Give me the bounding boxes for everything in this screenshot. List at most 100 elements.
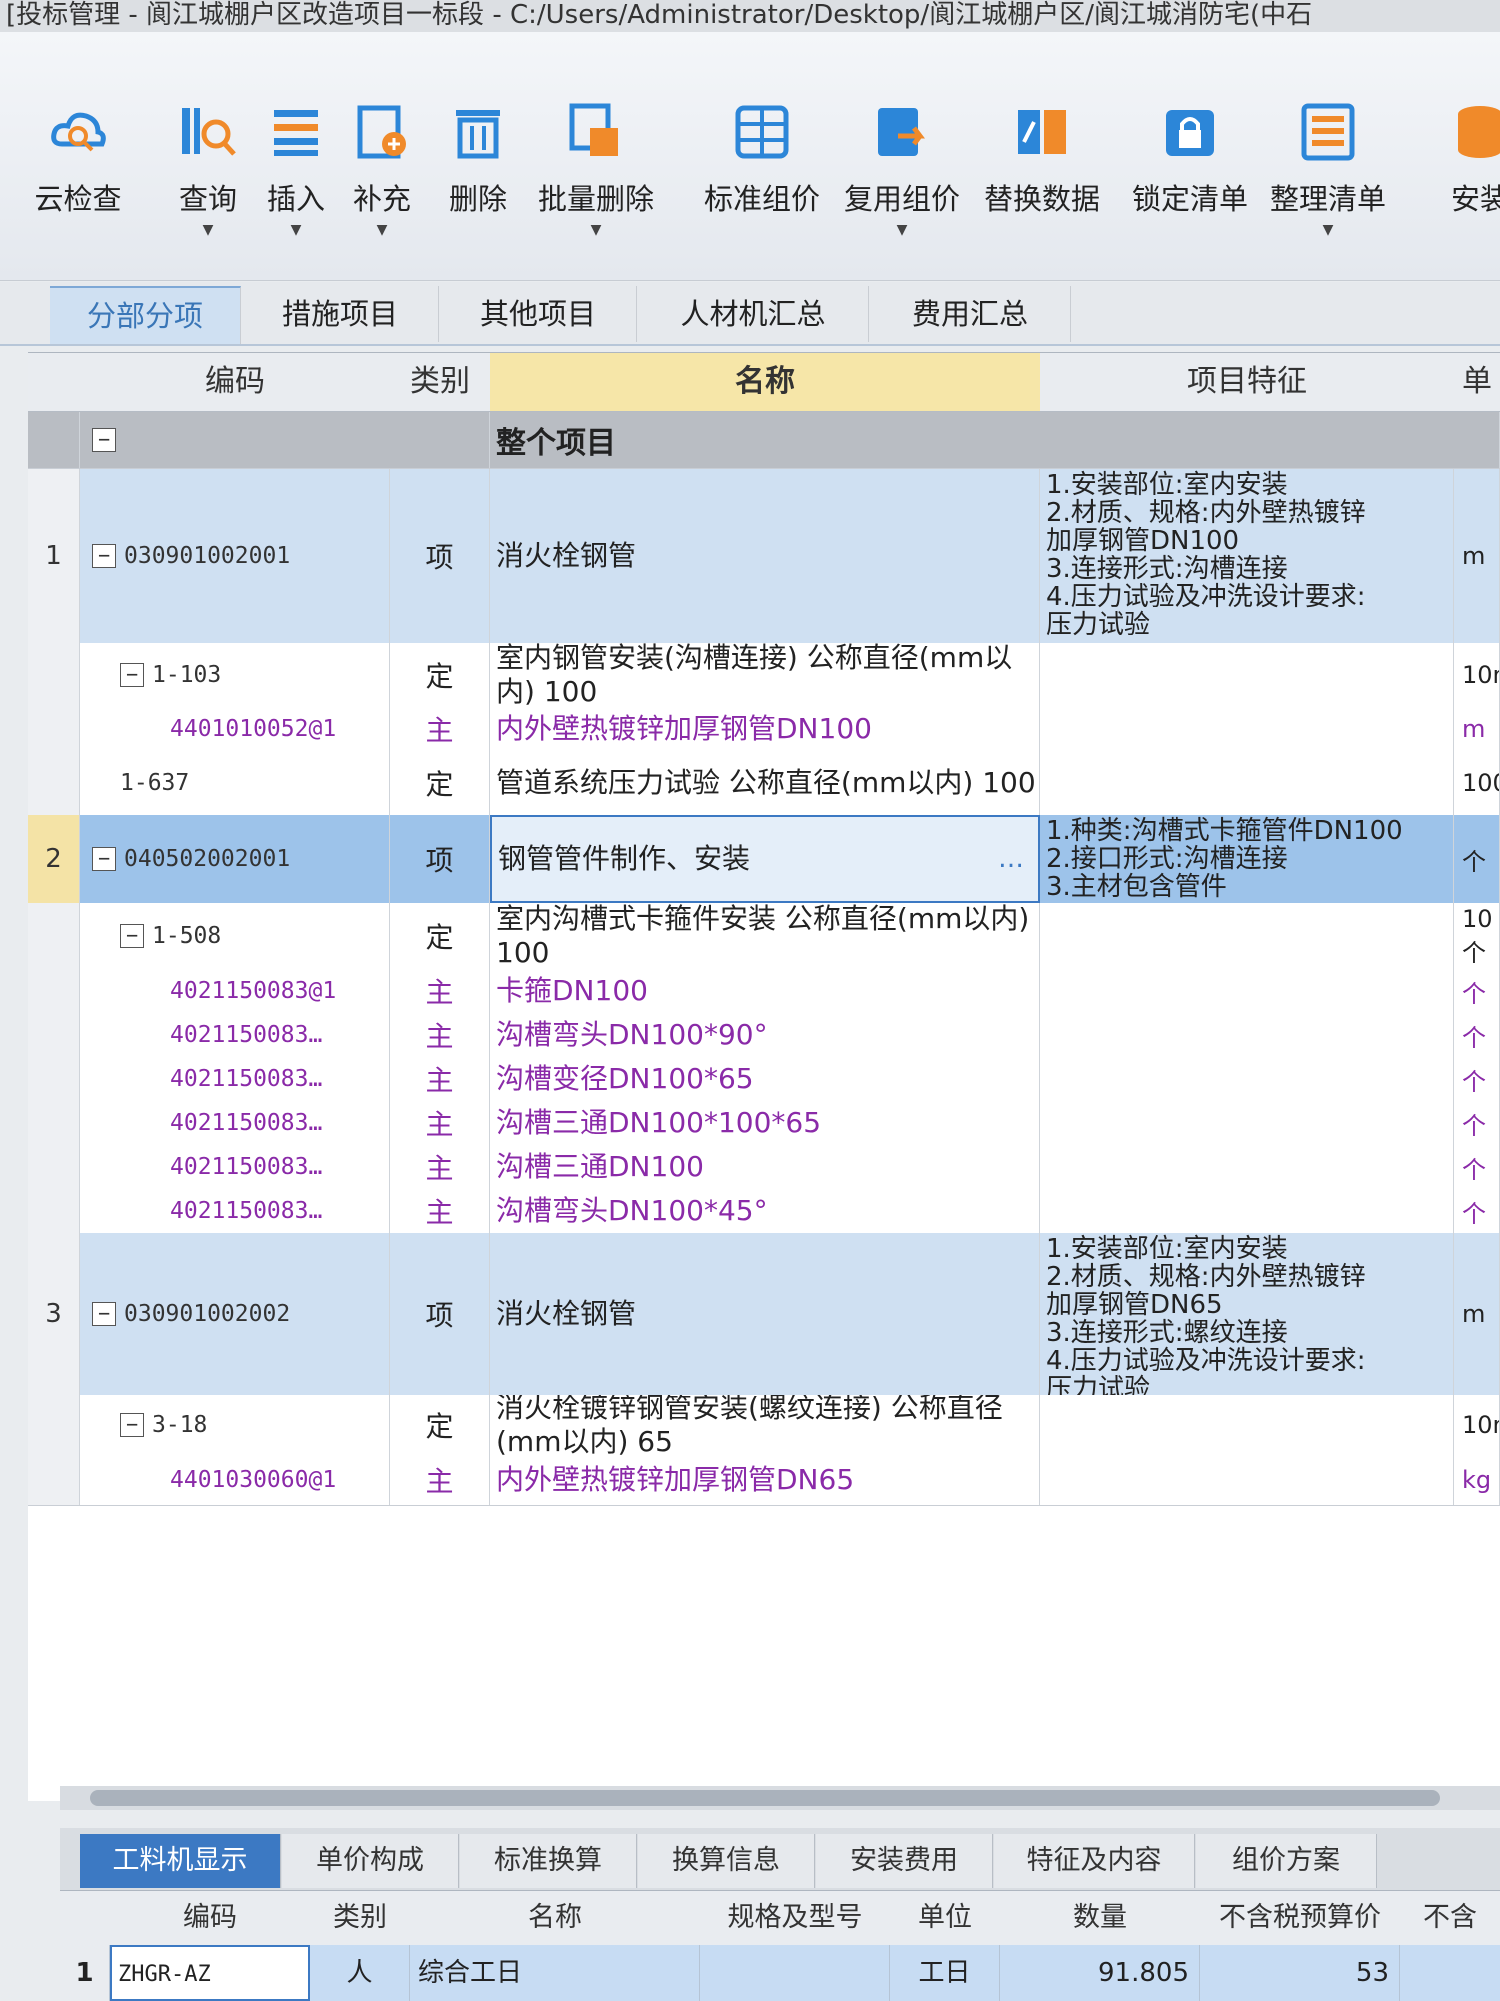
unit-cell[interactable]: 个: [1454, 1013, 1500, 1057]
type-cell[interactable]: 项: [390, 469, 490, 643]
tab-features-content[interactable]: 特征及内容: [994, 1834, 1195, 1888]
name-cell[interactable]: 沟槽弯头DN100*90°: [490, 1013, 1040, 1057]
code-cell[interactable]: 4021150083@1: [80, 969, 390, 1013]
name-cell[interactable]: 沟槽三通DN100*100*65: [490, 1101, 1040, 1145]
unit-cell[interactable]: 个: [1454, 969, 1500, 1013]
tab-division-items[interactable]: 分部分项: [50, 286, 241, 344]
standard-pricing-button[interactable]: 标准组价: [702, 102, 822, 238]
unit-cell[interactable]: 个: [1454, 1189, 1500, 1233]
code-cell[interactable]: 4021150083…: [80, 1057, 390, 1101]
lock-list-button[interactable]: 锁定清单: [1130, 102, 1250, 238]
tab-conversion-info[interactable]: 换算信息: [638, 1834, 815, 1888]
code-cell[interactable]: −1-103: [80, 643, 390, 707]
unit-cell[interactable]: 10m: [1454, 643, 1500, 707]
collapse-toggle[interactable]: −: [92, 544, 116, 568]
features-cell[interactable]: [1040, 1455, 1454, 1505]
bheader-type[interactable]: 类别: [310, 1891, 411, 1946]
material-row[interactable]: 4401030060@1 主内外壁热镀锌加厚钢管DN65 kg: [28, 1455, 1500, 1506]
unit-cell[interactable]: m: [1454, 469, 1500, 643]
type-cell[interactable]: 项: [390, 1233, 490, 1395]
features-cell[interactable]: [1040, 1057, 1454, 1101]
type-cell[interactable]: 主: [390, 1013, 490, 1057]
horizontal-scrollbar[interactable]: [60, 1786, 1500, 1810]
name-cell[interactable]: 消火栓钢管: [490, 469, 1040, 643]
ellipsis-button[interactable]: …: [998, 842, 1024, 876]
type-cell[interactable]: 主: [390, 1057, 490, 1101]
features-cell[interactable]: [1040, 903, 1454, 969]
quota-row[interactable]: −1-103定室内钢管安装(沟槽连接) 公称直径(mm以内) 10010m: [28, 643, 1500, 708]
material-row[interactable]: 4021150083… 主沟槽弯头DN100*45° 个: [28, 1189, 1500, 1234]
features-cell[interactable]: [1040, 1189, 1454, 1233]
unit-cell[interactable]: kg: [1454, 1455, 1500, 1505]
tab-other-items[interactable]: 其他项目: [440, 286, 637, 342]
name-cell[interactable]: 沟槽弯头DN100*45°: [490, 1189, 1040, 1233]
resource-unit[interactable]: 工日: [890, 1945, 1000, 2001]
install-button[interactable]: 安装: [1420, 102, 1500, 238]
tab-labor-material-summary[interactable]: 人材机汇总: [638, 286, 869, 342]
unit-cell[interactable]: 个: [1454, 1145, 1500, 1189]
tab-pricing-scheme[interactable]: 组价方案: [1196, 1834, 1377, 1888]
unit-cell[interactable]: 100m: [1454, 751, 1500, 815]
table-row[interactable]: 1 ZHGR-AZ 人 综合工日 工日 91.805 53: [60, 1945, 1500, 2001]
name-cell[interactable]: 室内钢管安装(沟槽连接) 公称直径(mm以内) 100: [490, 643, 1040, 707]
reuse-pricing-button[interactable]: 复用组价 ▼: [842, 102, 962, 238]
features-cell[interactable]: [1040, 1101, 1454, 1145]
collapse-toggle[interactable]: −: [92, 847, 116, 871]
bheader-spec[interactable]: 规格及型号: [700, 1891, 891, 1946]
code-cell[interactable]: 4401010052@1: [80, 707, 390, 751]
features-cell[interactable]: [1040, 643, 1454, 707]
collapse-toggle[interactable]: −: [92, 428, 116, 452]
header-unit[interactable]: 单: [1454, 353, 1500, 412]
features-cell[interactable]: 1.安装部位:室内安装 2.材质、规格:内外壁热镀锌 加厚钢管DN65 3.连接…: [1040, 1233, 1454, 1395]
bill-item-row[interactable]: 2−040502002001 项钢管管件制作、安装… 1.种类:沟槽式卡箍管件DN1…: [28, 815, 1500, 904]
collapse-toggle[interactable]: −: [120, 924, 144, 948]
name-cell[interactable]: 沟槽变径DN100*65: [490, 1057, 1040, 1101]
code-cell[interactable]: 4021150083…: [80, 1101, 390, 1145]
unit-cell[interactable]: m: [1454, 707, 1500, 751]
type-cell[interactable]: 主: [390, 1455, 490, 1505]
code-cell[interactable]: −040502002001: [80, 815, 390, 903]
name-cell[interactable]: 内外壁热镀锌加厚钢管DN65: [490, 1455, 1040, 1505]
type-cell[interactable]: 项: [390, 815, 490, 903]
delete-button[interactable]: 删除: [418, 102, 538, 238]
name-cell[interactable]: 室内沟槽式卡箍件安装 公称直径(mm以内) 100: [490, 903, 1040, 969]
material-row[interactable]: 4021150083… 主沟槽变径DN100*65 个: [28, 1057, 1500, 1102]
code-cell[interactable]: 4401030060@1: [80, 1455, 390, 1505]
material-row[interactable]: 4021150083… 主沟槽三通DN100 个: [28, 1145, 1500, 1190]
type-cell[interactable]: 定: [390, 1395, 490, 1455]
code-cell[interactable]: 1-637: [80, 751, 390, 815]
features-cell[interactable]: [1040, 1145, 1454, 1189]
header-code[interactable]: 编码: [80, 353, 391, 412]
type-cell[interactable]: 定: [390, 903, 490, 969]
code-cell[interactable]: −030901002001: [80, 469, 390, 643]
quota-row[interactable]: 1-637 定管道系统压力试验 公称直径(mm以内) 100 100m: [28, 751, 1500, 816]
bill-item-row[interactable]: 1−030901002001 项消火栓钢管 1.安装部位:室内安装 2.材质、规格:…: [28, 469, 1500, 644]
code-cell[interactable]: 4021150083…: [80, 1145, 390, 1189]
code-cell[interactable]: 4021150083…: [80, 1189, 390, 1233]
material-row[interactable]: 4401010052@1 主内外壁热镀锌加厚钢管DN100 m: [28, 707, 1500, 752]
features-cell[interactable]: 1.种类:沟槽式卡箍管件DN100 2.接口形式:沟槽连接 3.主材包含管件: [1040, 815, 1454, 903]
features-cell[interactable]: [1040, 707, 1454, 751]
bheader-qty[interactable]: 数量: [1000, 1891, 1201, 1946]
collapse-toggle[interactable]: −: [120, 663, 144, 687]
header-features[interactable]: 项目特征: [1040, 353, 1455, 412]
group-row[interactable]: − 整个项目: [28, 412, 1500, 469]
type-cell[interactable]: 主: [390, 707, 490, 751]
features-cell[interactable]: [1040, 969, 1454, 1013]
quota-row[interactable]: −3-18定消火栓镀锌钢管安装(螺纹连接) 公称直径(mm以内) 6510m: [28, 1395, 1500, 1456]
bheader-price[interactable]: 不含税预算价: [1200, 1891, 1401, 1946]
code-cell[interactable]: 4021150083…: [80, 1013, 390, 1057]
resource-code[interactable]: ZHGR-AZ: [110, 1945, 310, 2001]
tab-measures[interactable]: 措施项目: [242, 286, 439, 342]
features-cell[interactable]: [1040, 1013, 1454, 1057]
tab-labor-material-display[interactable]: 工料机显示: [80, 1834, 281, 1888]
header-name[interactable]: 名称: [490, 353, 1041, 412]
chevron-down-icon[interactable]: ▼: [1268, 222, 1388, 238]
batch-delete-button[interactable]: 批量删除 ▼: [536, 102, 656, 238]
bheader-name[interactable]: 名称: [410, 1891, 701, 1946]
features-cell[interactable]: 1.安装部位:室内安装 2.材质、规格:内外壁热镀锌 加厚钢管DN100 3.连…: [1040, 469, 1454, 643]
type-cell[interactable]: 主: [390, 969, 490, 1013]
name-cell[interactable]: 卡箍DN100: [490, 969, 1040, 1013]
material-row[interactable]: 4021150083… 主沟槽三通DN100*100*65 个: [28, 1101, 1500, 1146]
name-cell[interactable]: 钢管管件制作、安装…: [490, 815, 1040, 903]
